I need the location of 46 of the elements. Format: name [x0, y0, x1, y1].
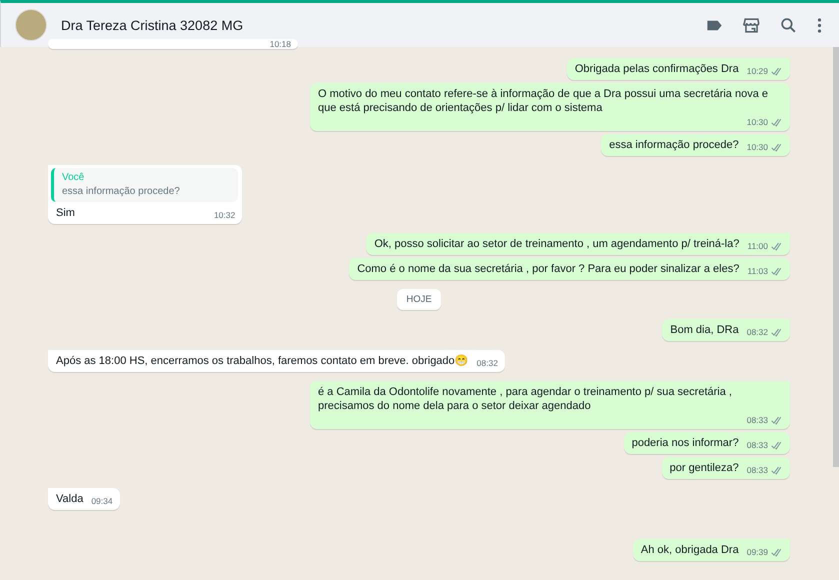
message-text: Como é o nome da sua secretária , por favor ? Para eu poder sinalizar a eles?: [357, 262, 740, 276]
message-time: 08:32: [476, 357, 498, 370]
message-time: 10:30: [746, 116, 768, 129]
double-check-icon: [771, 242, 783, 250]
quote-text: essa informação procede?: [62, 185, 181, 199]
message-time: 10:30: [746, 141, 768, 154]
double-check-icon: [771, 416, 783, 424]
message-time: 08:33: [746, 439, 768, 452]
message-text: Sim: [56, 206, 75, 220]
message-time: 09:34: [91, 495, 113, 508]
message-text: Valda: [56, 492, 84, 506]
message-time: 09:39: [746, 546, 768, 559]
double-check-icon: [771, 266, 783, 276]
message-text: Ok, posso solicitar ao setor de treinamento , um agendamento p/ treiná-la?: [374, 237, 740, 251]
message-time: 08:32: [746, 326, 768, 339]
message-text: Ah ok, obrigada Dra: [640, 543, 739, 557]
date-chip: HOJE: [397, 289, 441, 310]
message-time: 08:33: [746, 414, 768, 427]
message-text: Obrigada pelas confirmações Dra: [574, 62, 739, 76]
double-check-icon: [771, 142, 783, 152]
quoted-message[interactable]: Você essa informação procede?: [51, 168, 238, 202]
scrollbar[interactable]: [833, 47, 839, 467]
double-check-icon: [771, 118, 783, 126]
message-text: Após as 18:00 HS, encerramos os trabalhos, faremos contato em breve. obrigado😁: [56, 354, 469, 368]
double-check-icon: [771, 440, 783, 450]
message-text: essa informação procede?: [609, 138, 739, 152]
message-text: poderia nos informar?: [632, 436, 739, 450]
message-time: 11:03: [747, 265, 768, 278]
message-time: 11:00: [747, 240, 768, 253]
search-icon[interactable]: [779, 16, 798, 34]
double-check-icon: [771, 466, 783, 474]
message-text: é a Camila da Odontolife novamente , para agendar o treinamento p/ sua secretária , precisamos do nome dela para o setor deixar agendado: [318, 385, 733, 413]
store-icon[interactable]: [742, 16, 761, 34]
double-check-icon: [771, 548, 783, 556]
message-time: 10:32: [214, 209, 236, 222]
message-text: Bom dia, DRa: [670, 323, 739, 337]
message-time: 10:29: [746, 65, 768, 78]
menu-icon[interactable]: [816, 16, 823, 34]
double-check-icon: [771, 66, 783, 76]
quote-author: Você: [62, 171, 86, 185]
double-check-icon: [771, 328, 783, 336]
message-time: 10:18: [270, 38, 291, 51]
contact-name[interactable]: Dra Tereza Cristina 32082 MG: [61, 18, 244, 32]
message-text: por gentileza?: [670, 461, 739, 475]
message-text: O motivo do meu contato refere-se à informação de que a Dra possui uma secretária nova e que está precisando de orientações p/ lidar com o sistema: [318, 87, 770, 115]
message-time: 08:33: [746, 464, 768, 477]
